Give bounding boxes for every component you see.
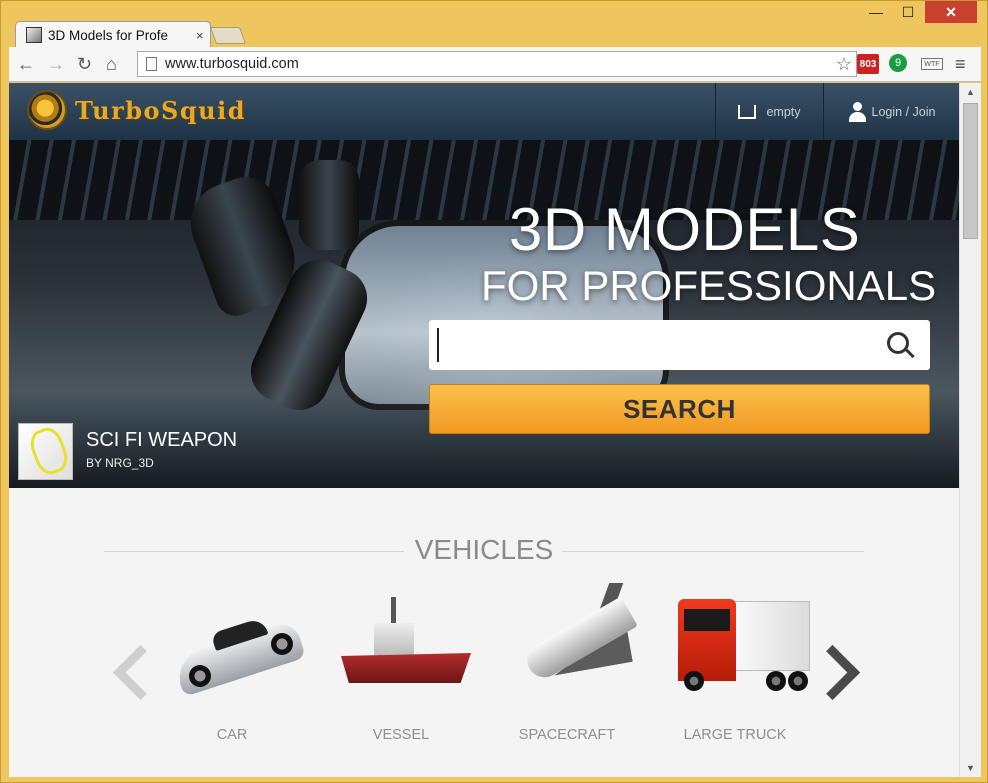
featured-model-author[interactable]: BY NRG_3D (86, 456, 154, 470)
search-button[interactable]: SEARCH (429, 384, 930, 434)
menu-icon[interactable]: ≡ (955, 54, 966, 75)
wheel (788, 671, 808, 691)
section-title: VEHICLES (414, 534, 554, 565)
featured-model-thumbnail[interactable] (18, 423, 73, 480)
browser-tab[interactable]: 3D Models for Profe × (15, 21, 211, 48)
bookmark-star-icon[interactable]: ☆ (836, 54, 852, 75)
wheel (189, 665, 211, 687)
gmail-extension-icon[interactable]: 803 (857, 54, 879, 74)
category-vessel[interactable]: VESSEL (326, 583, 476, 753)
reload-icon[interactable]: ↻ (77, 54, 92, 75)
vessel-hull (341, 653, 471, 683)
address-bar[interactable]: www.turbosquid.com ☆ (137, 51, 857, 77)
site-header: TurboSquid empty Login / Join (9, 83, 959, 140)
category-label[interactable]: CAR (157, 727, 307, 743)
scrollbar-thumb[interactable] (963, 103, 978, 239)
hero-title: 3D MODELS (509, 196, 861, 263)
login-label: Login / Join (871, 104, 936, 119)
turbosquid-favicon-icon (26, 27, 42, 43)
forward-icon[interactable]: → (47, 54, 65, 75)
hangouts-extension-icon[interactable]: 9 (889, 54, 907, 72)
logo-text: TurboSquid (75, 95, 246, 125)
browser-window: 3D Models for Profe × — ☐ ✕ ← → ↻ ⌂ www.… (0, 0, 988, 783)
category-label[interactable]: LARGE TRUCK (660, 727, 810, 743)
squid-logo-icon (27, 90, 67, 130)
turbosquid-logo[interactable]: TurboSquid (27, 90, 246, 130)
new-tab-button[interactable] (209, 27, 247, 44)
tab-title: 3D Models for Profe (48, 27, 169, 43)
car-image (167, 583, 307, 703)
vertical-scrollbar[interactable]: ▲ ▼ (959, 83, 981, 777)
vessel-image (336, 583, 471, 703)
minimize-button[interactable]: — (861, 1, 891, 23)
spacecraft-image (502, 583, 638, 703)
cart-label: empty (766, 104, 801, 119)
search-input[interactable] (437, 328, 867, 362)
category-large-truck[interactable]: LARGE TRUCK (660, 583, 810, 753)
close-window-button[interactable]: ✕ (925, 1, 977, 23)
cart-icon (738, 104, 757, 119)
page-viewport: TurboSquid empty Login / Join 3D MODELS … (9, 83, 959, 777)
category-label[interactable]: VESSEL (326, 727, 476, 743)
vehicles-heading: VEHICLES (104, 531, 864, 571)
wheel (271, 633, 293, 655)
wheel (684, 671, 704, 691)
vessel-cabin (374, 623, 414, 655)
login-join-link[interactable]: Login / Join (823, 83, 959, 140)
category-car[interactable]: CAR (157, 583, 307, 753)
robot-arm-part (299, 160, 359, 250)
user-icon (848, 101, 866, 122)
maximize-button[interactable]: ☐ (893, 1, 923, 23)
cart-link[interactable]: empty (715, 83, 823, 140)
tab-close-icon[interactable]: × (196, 28, 204, 43)
search-icon[interactable] (887, 332, 909, 354)
url-text[interactable]: www.turbosquid.com (165, 56, 299, 72)
page-icon (146, 57, 157, 71)
wheel (766, 671, 786, 691)
truck-windshield (684, 609, 730, 631)
wtf-extension-icon[interactable]: WTF (921, 58, 943, 70)
carousel-prev-arrow-icon[interactable] (109, 643, 149, 703)
hero-subtitle: FOR PROFESSIONALS (481, 262, 937, 309)
divider (562, 551, 864, 552)
truck-image (670, 583, 810, 703)
hero-banner: 3D MODELS FOR PROFESSIONALS SEARCH SCI F… (9, 140, 959, 488)
featured-model-title[interactable]: SCI FI WEAPON (86, 429, 237, 452)
category-spacecraft[interactable]: SPACECRAFT (492, 583, 642, 753)
back-icon[interactable]: ← (17, 54, 35, 75)
browser-toolbar: ← → ↻ ⌂ www.turbosquid.com ☆ 803 9 WTF ≡ (9, 47, 981, 82)
title-bar: 3D Models for Profe × — ☐ ✕ (1, 1, 987, 48)
category-label[interactable]: SPACECRAFT (492, 727, 642, 743)
scroll-down-arrow-icon[interactable]: ▼ (966, 763, 975, 773)
carousel-next-arrow-icon[interactable] (815, 643, 855, 703)
home-icon[interactable]: ⌂ (106, 54, 117, 75)
scroll-up-arrow-icon[interactable]: ▲ (966, 87, 975, 97)
search-box (429, 320, 930, 370)
